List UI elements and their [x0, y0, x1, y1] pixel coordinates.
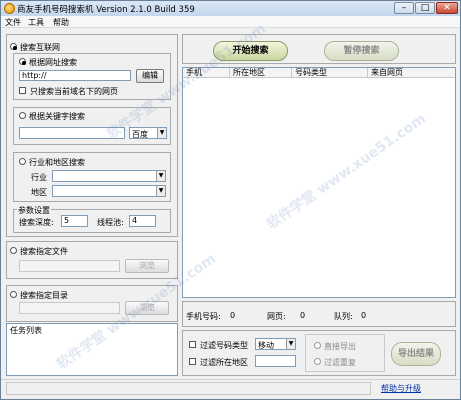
only-current-domain-label: 只搜索当前域名下的网页: [30, 87, 118, 96]
task-list-label: 任务列表: [10, 326, 42, 335]
search-engine-select[interactable]: 百度 ▼: [129, 127, 167, 139]
minimize-button[interactable]: –: [394, 2, 414, 14]
file-path-input[interactable]: [19, 260, 120, 272]
export-results-button[interactable]: 导出结果: [391, 342, 441, 366]
pause-search-button[interactable]: 暂停搜索: [324, 41, 399, 61]
depth-input[interactable]: 5: [61, 215, 88, 227]
column-number-type[interactable]: 号码类型: [292, 68, 368, 77]
table-header: 手机 所在地区 号码类型 来自网页: [183, 68, 455, 78]
search-engine-value: 百度: [132, 130, 148, 139]
file-search-label: 搜索指定文件: [20, 247, 68, 256]
filter-type-label: 过滤号码类型: [200, 341, 248, 350]
dedupe-export-radio[interactable]: [314, 358, 321, 365]
chevron-down-icon: ▼: [156, 171, 165, 181]
edit-url-button[interactable]: 编辑: [136, 69, 164, 83]
filter-region-input[interactable]: [255, 355, 296, 367]
window-title: 商友手机号码搜索机 Version 2.1.0 Build 359: [17, 5, 195, 15]
internet-search-label: 搜索互联网: [20, 43, 60, 52]
region-select[interactable]: ▼: [52, 185, 166, 197]
queue-count-value: 0: [361, 311, 367, 320]
dir-browse-button[interactable]: 浏览: [125, 301, 169, 315]
dir-search-radio[interactable]: [10, 291, 17, 298]
maximize-button[interactable]: □: [415, 2, 435, 14]
direct-export-label: 直接导出: [324, 342, 356, 351]
app-window: 商友手机号码搜索机 Version 2.1.0 Build 359 – □ ✕ …: [0, 0, 461, 400]
pages-count-label: 网页:: [267, 312, 286, 321]
menu-bar: 文件 工具 帮助: [1, 16, 460, 28]
filter-type-checkbox[interactable]: [189, 341, 196, 348]
depth-label: 搜索深度:: [19, 218, 54, 227]
dedupe-export-label: 过滤重复: [324, 358, 356, 367]
region-label: 地区: [31, 188, 47, 197]
app-icon: [4, 3, 15, 14]
file-browse-button[interactable]: 浏览: [125, 259, 169, 273]
help-upgrade-link[interactable]: 帮助与升级: [381, 383, 421, 394]
chevron-down-icon: ▼: [157, 128, 166, 138]
threads-input[interactable]: 4: [129, 215, 156, 227]
url-input[interactable]: http://: [19, 70, 131, 81]
direct-export-radio[interactable]: [314, 342, 321, 349]
url-search-radio[interactable]: [19, 58, 26, 65]
file-search-radio[interactable]: [10, 247, 17, 254]
menu-tools[interactable]: 工具: [28, 17, 44, 28]
threads-label: 线程池:: [97, 218, 124, 227]
number-type-value: 移动: [258, 341, 274, 350]
only-current-domain-checkbox[interactable]: [19, 87, 26, 94]
keyword-search-label: 根据关键字搜索: [29, 112, 85, 121]
dir-search-label: 搜索指定目录: [20, 291, 68, 300]
filter-region-checkbox[interactable]: [189, 358, 196, 365]
phone-count-label: 手机号码:: [186, 312, 221, 321]
url-search-label: 根据网址搜索: [29, 58, 77, 67]
status-panel: [6, 382, 371, 395]
chevron-down-icon: ▼: [156, 186, 165, 196]
industry-label: 行业: [31, 173, 47, 182]
column-phone[interactable]: 手机: [183, 68, 230, 77]
dir-path-input[interactable]: [19, 302, 120, 314]
keyword-search-radio[interactable]: [19, 112, 26, 119]
menu-help[interactable]: 帮助: [53, 17, 69, 28]
keyword-input[interactable]: [19, 127, 125, 139]
column-region[interactable]: 所在地区: [230, 68, 292, 77]
chevron-down-icon: ▼: [286, 339, 295, 349]
industry-search-radio[interactable]: [19, 158, 26, 165]
industry-select[interactable]: ▼: [52, 170, 166, 182]
internet-search-radio[interactable]: [10, 43, 17, 50]
params-title: 参数设置: [17, 205, 51, 216]
menu-file[interactable]: 文件: [5, 17, 21, 28]
number-type-select[interactable]: 移动 ▼: [255, 338, 296, 350]
title-bar[interactable]: 商友手机号码搜索机 Version 2.1.0 Build 359 – □ ✕: [1, 1, 460, 16]
filter-region-label: 过滤所在地区: [200, 358, 248, 367]
phone-count-value: 0: [230, 311, 236, 320]
industry-search-label: 行业和地区搜索: [29, 158, 85, 167]
column-source-page[interactable]: 来自网页: [368, 68, 455, 77]
queue-count-label: 队列:: [334, 312, 353, 321]
close-button[interactable]: ✕: [436, 2, 458, 14]
results-table[interactable]: 手机 所在地区 号码类型 来自网页: [182, 67, 456, 298]
stats-bar: [182, 301, 456, 327]
pages-count-value: 0: [300, 311, 306, 320]
start-search-button[interactable]: 开始搜索: [213, 41, 288, 61]
